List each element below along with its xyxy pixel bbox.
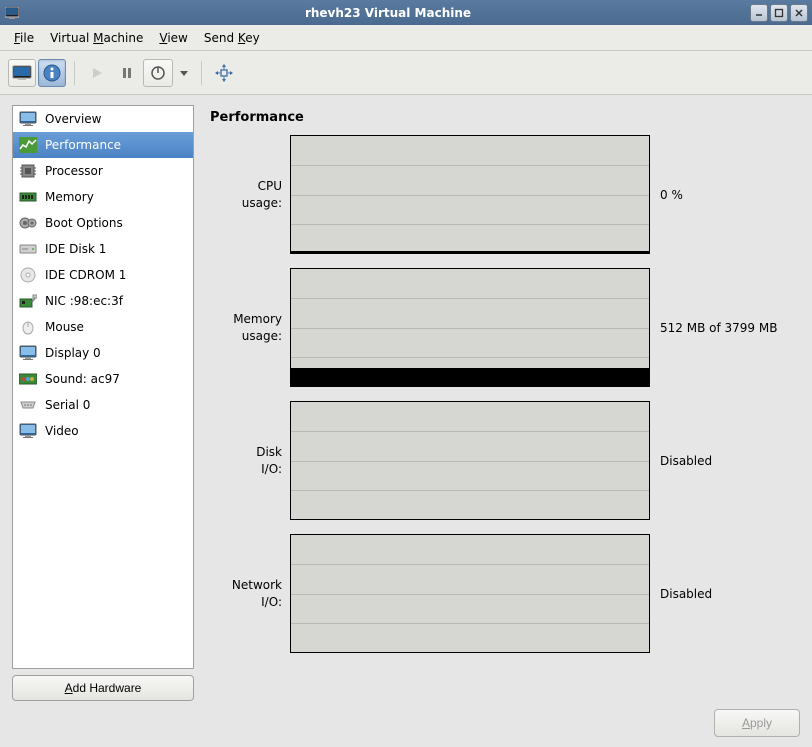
menu-virtual-machine[interactable]: Virtual Machine [42, 28, 151, 48]
fullscreen-button[interactable] [210, 59, 238, 87]
chart-graph-0 [290, 135, 650, 254]
video-icon [19, 422, 37, 440]
sidebar-item-label: Memory [45, 190, 94, 204]
sidebar-item-ide-disk-1[interactable]: IDE Disk 1 [13, 236, 193, 262]
performance-charts: CPUusage: 0 % Memoryusage: 512 MB of 3799 M… [210, 135, 800, 653]
network-icon [19, 292, 37, 310]
sidebar-list: Overview Performance Processor Memory Boot O… [12, 105, 194, 669]
maximize-button[interactable] [770, 4, 788, 22]
footer: Apply [0, 709, 812, 747]
window-controls [750, 4, 808, 22]
chart-label-3: NetworkI/O: [210, 577, 290, 609]
sidebar-item-overview[interactable]: Overview [13, 106, 193, 132]
chart-value-1: 512 MB of 3799 MB [650, 321, 800, 335]
sidebar-item-label: Video [45, 424, 79, 438]
titlebar: rhevh23 Virtual Machine [0, 0, 812, 25]
serial-icon [19, 396, 37, 414]
add-hardware-button[interactable]: Add Hardware [12, 675, 194, 701]
sidebar-item-mouse[interactable]: Mouse [13, 314, 193, 340]
sound-icon [19, 370, 37, 388]
chart-label-0: CPUusage: [210, 178, 290, 210]
sidebar-item-label: Display 0 [45, 346, 101, 360]
run-button[interactable] [83, 59, 111, 87]
details-button[interactable] [38, 59, 66, 87]
menubar: File Virtual Machine View Send Key [0, 25, 812, 51]
sidebar-item-label: Overview [45, 112, 102, 126]
minimize-button[interactable] [750, 4, 768, 22]
window-title: rhevh23 Virtual Machine [26, 6, 750, 20]
sidebar-item-video[interactable]: Video [13, 418, 193, 444]
close-button[interactable] [790, 4, 808, 22]
boot-options-icon [19, 214, 37, 232]
chart-label-2: DiskI/O: [210, 444, 290, 476]
disk-icon [19, 240, 37, 258]
sidebar-item-serial-0[interactable]: Serial 0 [13, 392, 193, 418]
toolbar-separator [74, 61, 75, 85]
sidebar-item-ide-cdrom-1[interactable]: IDE CDROM 1 [13, 262, 193, 288]
panel-heading: Performance [210, 105, 800, 135]
sidebar-item-label: Boot Options [45, 216, 123, 230]
sidebar-item-label: IDE Disk 1 [45, 242, 106, 256]
console-button[interactable] [8, 59, 36, 87]
sidebar-item-performance[interactable]: Performance [13, 132, 193, 158]
cdrom-icon [19, 266, 37, 284]
sidebar-item-display-0[interactable]: Display 0 [13, 340, 193, 366]
performance-icon [19, 136, 37, 154]
sidebar-item-label: NIC :98:ec:3f [45, 294, 123, 308]
sidebar-item-label: Serial 0 [45, 398, 90, 412]
sidebar-item-boot-options[interactable]: Boot Options [13, 210, 193, 236]
sidebar: Overview Performance Processor Memory Boot O… [12, 105, 194, 701]
sidebar-item-nic-98-ec-3f[interactable]: NIC :98:ec:3f [13, 288, 193, 314]
chart-graph-1 [290, 268, 650, 387]
display-icon [19, 344, 37, 362]
chart-graph-2 [290, 401, 650, 520]
menu-file[interactable]: File [6, 28, 42, 48]
app-icon [4, 5, 20, 21]
toolbar [0, 51, 812, 95]
power-menu-button[interactable] [175, 59, 193, 87]
processor-icon [19, 162, 37, 180]
mouse-icon [19, 318, 37, 336]
menu-view[interactable]: View [151, 28, 195, 48]
sidebar-item-memory[interactable]: Memory [13, 184, 193, 210]
sidebar-item-label: Performance [45, 138, 121, 152]
chart-label-1: Memoryusage: [210, 311, 290, 343]
chart-value-0: 0 % [650, 188, 800, 202]
sidebar-item-label: IDE CDROM 1 [45, 268, 126, 282]
content-area: Overview Performance Processor Memory Boot O… [0, 95, 812, 709]
memory-icon [19, 188, 37, 206]
sidebar-item-sound-ac97[interactable]: Sound: ac97 [13, 366, 193, 392]
sidebar-item-label: Sound: ac97 [45, 372, 120, 386]
power-button[interactable] [143, 59, 173, 87]
apply-button: Apply [714, 709, 800, 737]
chart-value-3: Disabled [650, 587, 800, 601]
pause-button[interactable] [113, 59, 141, 87]
chart-value-2: Disabled [650, 454, 800, 468]
menu-send-key[interactable]: Send Key [196, 28, 268, 48]
sidebar-item-label: Processor [45, 164, 103, 178]
sidebar-item-processor[interactable]: Processor [13, 158, 193, 184]
sidebar-item-label: Mouse [45, 320, 84, 334]
chart-graph-3 [290, 534, 650, 653]
main-panel: Performance CPUusage: 0 % Memoryusage: 512 … [210, 105, 800, 701]
toolbar-separator-2 [201, 61, 202, 85]
monitor-icon [19, 110, 37, 128]
